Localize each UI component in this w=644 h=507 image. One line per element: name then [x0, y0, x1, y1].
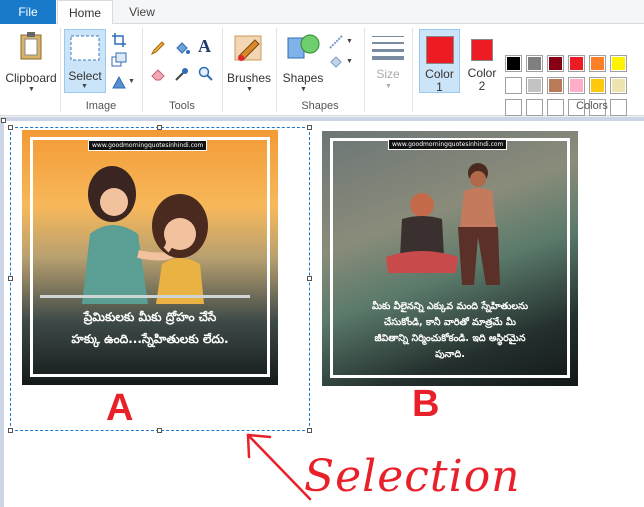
fill-icon[interactable] [328, 54, 344, 70]
palette-swatch[interactable] [505, 77, 522, 94]
palette-swatch[interactable] [547, 55, 564, 72]
image-b: www.goodmorningquotesinhindi.com మీకు వీ… [322, 131, 578, 386]
chevron-down-icon: ▼ [128, 78, 135, 85]
chevron-down-icon: ▼ [346, 38, 353, 45]
color2-number: 2 [478, 79, 486, 93]
color1-number: 1 [436, 80, 443, 94]
size-button[interactable]: Size ▼ [368, 28, 408, 96]
tab-view[interactable]: View [114, 0, 170, 24]
color1-button[interactable]: Color 1 [419, 29, 460, 94]
color-picker-icon[interactable] [174, 66, 190, 82]
palette-swatch-empty[interactable] [505, 99, 522, 116]
chevron-down-icon: ▼ [81, 83, 88, 90]
brushes-button[interactable]: Brushes ▼ [226, 28, 272, 96]
brush-icon [234, 35, 262, 61]
drawing-canvas[interactable]: www.goodmorningquotesinhindi.com ప్రేమిక… [1, 118, 644, 507]
chevron-down-icon: ▼ [385, 83, 392, 90]
eraser-icon[interactable] [150, 66, 166, 82]
text-tool-icon[interactable]: A [198, 36, 211, 57]
selection-rectangle[interactable] [10, 127, 310, 431]
image-group-label: Image [85, 100, 117, 112]
color1-swatch [426, 36, 454, 64]
chevron-down-icon: ▼ [346, 58, 353, 65]
shapes-label: Shapes [282, 71, 324, 85]
clipboard-icon [20, 32, 42, 60]
clipboard-label: Clipboard [5, 71, 57, 85]
select-rect-icon [70, 35, 100, 61]
brushes-label: Brushes [226, 71, 272, 85]
select-label: Select [68, 69, 102, 83]
quote-line: చేసుకోండి, కానీ వారితో మాత్రమే మీ [384, 317, 516, 328]
line-width-icon [372, 36, 404, 60]
selection-annotation: Selection [304, 451, 521, 502]
palette-swatch[interactable] [547, 77, 564, 94]
palette-swatch[interactable] [610, 77, 627, 94]
palette-swatch[interactable] [568, 77, 585, 94]
chevron-down-icon: ▼ [300, 86, 307, 93]
palette-swatch[interactable] [568, 55, 585, 72]
selection-handle[interactable] [157, 125, 162, 130]
chevron-down-icon: ▼ [28, 86, 35, 93]
chevron-down-icon: ▼ [246, 86, 253, 93]
magnifier-icon[interactable] [198, 66, 214, 82]
selection-handle[interactable] [307, 125, 312, 130]
palette-swatch[interactable] [589, 55, 606, 72]
canvas-resize-handle[interactable] [1, 118, 6, 123]
tab-file[interactable]: File [0, 0, 56, 24]
label-a: A [106, 387, 134, 429]
pencil-icon[interactable] [150, 40, 166, 56]
shapes-button[interactable]: Shapes ▼ [280, 28, 326, 96]
crop-icon[interactable] [111, 32, 127, 48]
shapes-group-label: Shapes [301, 100, 339, 112]
tools-group-label: Tools [169, 100, 195, 112]
quote-line: మీకు వీలైనన్ని ఎక్కువ మంది స్నేహితులను [371, 301, 529, 312]
palette-swatch[interactable] [505, 55, 522, 72]
selection-handle[interactable] [307, 276, 312, 281]
url-tag: www.goodmorningquotesinhindi.com [388, 139, 508, 150]
tab-bar: File Home View [0, 0, 644, 25]
illustration-friends [386, 163, 500, 285]
palette-swatch[interactable] [589, 77, 606, 94]
outline-icon[interactable] [328, 34, 344, 50]
quote-line: జీవితాన్ని నిర్మించుకోకండి. ఇది అస్థిరమై… [374, 333, 526, 344]
selection-handle[interactable] [157, 428, 162, 433]
quote-line: పునాది. [435, 349, 465, 360]
rotate-icon[interactable] [111, 74, 127, 90]
paste-button[interactable]: Clipboard ▼ [4, 28, 58, 96]
selection-handle[interactable] [8, 428, 13, 433]
fill-bucket-icon[interactable] [174, 40, 190, 56]
shapes-icon [287, 34, 320, 59]
size-label: Size [376, 67, 400, 81]
select-button[interactable]: Select ▼ [64, 29, 106, 93]
color2-swatch [471, 39, 493, 61]
canvas-area[interactable]: www.goodmorningquotesinhindi.com ప్రేమిక… [0, 117, 644, 507]
palette-swatch[interactable] [526, 55, 543, 72]
label-b: B [412, 383, 440, 425]
ribbon: Clipboard ▼ Select ▼ ▼ Image A Tools Bru… [0, 24, 644, 116]
selection-handle[interactable] [8, 125, 13, 130]
tab-home[interactable]: Home [57, 0, 113, 25]
selection-handle[interactable] [8, 276, 13, 281]
resize-icon[interactable] [111, 52, 127, 68]
palette-swatch[interactable] [610, 55, 627, 72]
color2-button[interactable]: Color 2 [462, 29, 502, 93]
palette-swatch[interactable] [526, 77, 543, 94]
colors-group-label: Colors [576, 100, 608, 112]
